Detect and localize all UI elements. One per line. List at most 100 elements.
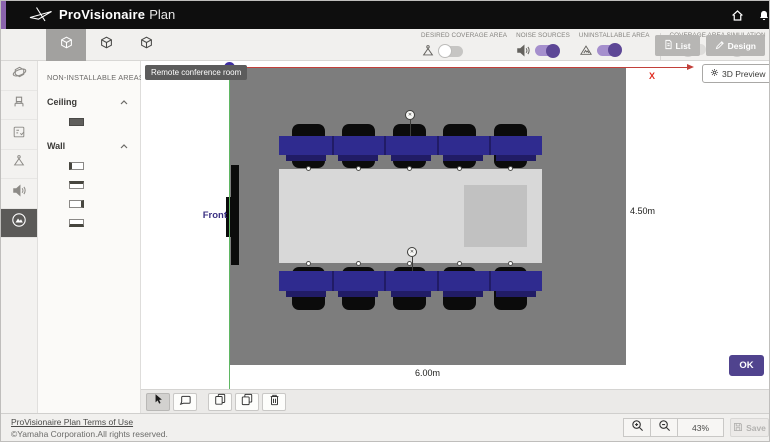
toggle-label: NOISE SOURCES — [516, 32, 570, 39]
chevron-up-icon[interactable] — [120, 100, 128, 105]
pencil-icon — [715, 40, 725, 52]
sidebar-item-furniture[interactable] — [1, 91, 37, 121]
zoom-in-button[interactable] — [623, 418, 651, 437]
view-tab-3[interactable] — [126, 29, 166, 61]
toggle-label: UNINSTALLABLE AREA — [579, 32, 650, 39]
coverage-area-icon — [12, 154, 26, 173]
delete-icon — [269, 393, 280, 411]
lasso-tool-button[interactable] — [173, 393, 197, 411]
desk-divider — [332, 271, 334, 291]
copy-tool-button[interactable] — [208, 393, 232, 411]
front-label: Front — [197, 210, 227, 221]
desk-panel — [496, 155, 536, 161]
design-button[interactable]: Design — [706, 35, 765, 56]
sidebar-item-noise-source[interactable] — [1, 179, 37, 209]
zoom-out-button[interactable] — [650, 418, 678, 437]
save-button[interactable]: Save — [730, 418, 769, 437]
wall-area-thumbnail[interactable] — [69, 162, 84, 170]
paste-icon — [241, 393, 253, 411]
sidebar-item-coverage-area[interactable] — [1, 150, 37, 180]
sidebar-item-speakers[interactable] — [1, 61, 37, 91]
x-axis-label: X — [649, 71, 655, 81]
save-button-label: Save — [746, 423, 766, 433]
checklist-icon — [12, 125, 26, 144]
3d-preview-label: 3D Preview — [722, 69, 765, 79]
coverage-icon — [421, 44, 435, 58]
bell-icon[interactable] — [756, 8, 770, 23]
seat-marker[interactable] — [508, 261, 513, 266]
desired-coverage-area-toggle[interactable] — [439, 46, 463, 57]
select-tool-button[interactable] — [146, 393, 170, 411]
wall-area-thumbnail[interactable] — [69, 181, 84, 189]
seat-marker[interactable] — [457, 261, 462, 266]
plan-canvas[interactable]: ✕ ✕ X Remote conference room Front 4.50m… — [141, 61, 770, 389]
chevron-up-icon[interactable] — [120, 144, 128, 149]
view-tab-2[interactable] — [86, 29, 126, 61]
sidebar-item-non-installable-area[interactable] — [1, 209, 37, 239]
accent-stripe — [1, 1, 6, 29]
view-toolbar: DESIRED COVERAGE AREA NOISE SOURCES UNINST… — [1, 29, 769, 61]
microphone-icon: ✕ — [405, 110, 415, 120]
wall-area-thumbnail[interactable] — [69, 219, 84, 227]
desk-panel — [391, 155, 431, 161]
list-button[interactable]: List — [655, 35, 700, 56]
sidebar-rail — [1, 61, 38, 413]
copy-icon — [214, 393, 226, 411]
seat-marker[interactable] — [356, 166, 361, 171]
ceiling-area-thumbnail[interactable] — [69, 118, 84, 126]
cube-icon — [140, 36, 153, 54]
delete-tool-button[interactable] — [262, 393, 286, 411]
app-title: ProVisionairePlan — [59, 7, 175, 22]
desk-divider — [489, 271, 491, 291]
seat-marker[interactable] — [457, 166, 462, 171]
home-icon[interactable] — [730, 8, 745, 23]
seat-marker[interactable] — [356, 261, 361, 266]
speakers-icon — [12, 65, 27, 85]
noise-icon — [516, 44, 531, 57]
furniture-icon — [12, 95, 26, 114]
noise-sources-group: NOISE SOURCES — [516, 32, 570, 57]
desk-row[interactable] — [279, 271, 542, 291]
sidebar-item-checklist[interactable] — [1, 120, 37, 150]
desk-panel — [338, 155, 378, 161]
x-axis-arrow — [687, 64, 694, 70]
desired-coverage-area-group: DESIRED COVERAGE AREA — [421, 32, 507, 58]
desk-panel — [286, 155, 326, 161]
non-installable-area-icon — [11, 212, 27, 233]
uninstallable-icon — [579, 44, 593, 56]
table-inset[interactable] — [464, 185, 527, 247]
section-header-ceiling: Ceiling — [47, 97, 128, 107]
panel-title: NON-INSTALLABLE AREAS — [47, 73, 140, 82]
copyright-text: ©Yamaha Corporation.All rights reserved. — [11, 429, 168, 439]
seat-marker[interactable] — [407, 261, 412, 266]
seat-marker[interactable] — [306, 261, 311, 266]
seat-marker[interactable] — [407, 166, 412, 171]
footer-bar: ProVisionaire Plan Terms of Use ©Yamaha … — [1, 413, 769, 442]
paste-tool-button[interactable] — [235, 393, 259, 411]
microphone[interactable]: ✕ — [405, 110, 415, 120]
seat-marker[interactable] — [508, 166, 513, 171]
front-display[interactable] — [231, 165, 239, 265]
desk-panel — [496, 291, 536, 297]
room-height-dimension: 4.50m — [630, 206, 655, 216]
terms-of-use-link[interactable]: ProVisionaire Plan Terms of Use — [11, 417, 133, 427]
app-window: ProVisionairePlan DESIRED COVERAGE AREA N… — [0, 0, 770, 442]
desk-row[interactable] — [279, 136, 542, 155]
seat-marker[interactable] — [306, 166, 311, 171]
cube-icon — [60, 36, 73, 54]
desk-divider — [384, 271, 386, 291]
list-button-label: List — [676, 41, 691, 51]
app-title-bold: ProVisionaire — [59, 7, 145, 22]
select-icon — [152, 393, 164, 411]
noise-sources-toggle[interactable] — [535, 45, 559, 56]
microphone[interactable]: ✕ — [407, 247, 417, 257]
view-tab-1[interactable] — [46, 29, 86, 61]
zoom-controls: 43% — [623, 418, 724, 437]
magnifier-minus-icon — [658, 419, 671, 437]
wall-area-thumbnail[interactable] — [69, 200, 84, 208]
3d-preview-button[interactable]: 3D Preview — [702, 64, 770, 83]
uninstallable-area-toggle[interactable] — [597, 45, 621, 56]
design-button-label: Design — [728, 41, 756, 51]
ok-button[interactable]: OK — [729, 355, 764, 376]
desk-divider — [489, 136, 491, 155]
